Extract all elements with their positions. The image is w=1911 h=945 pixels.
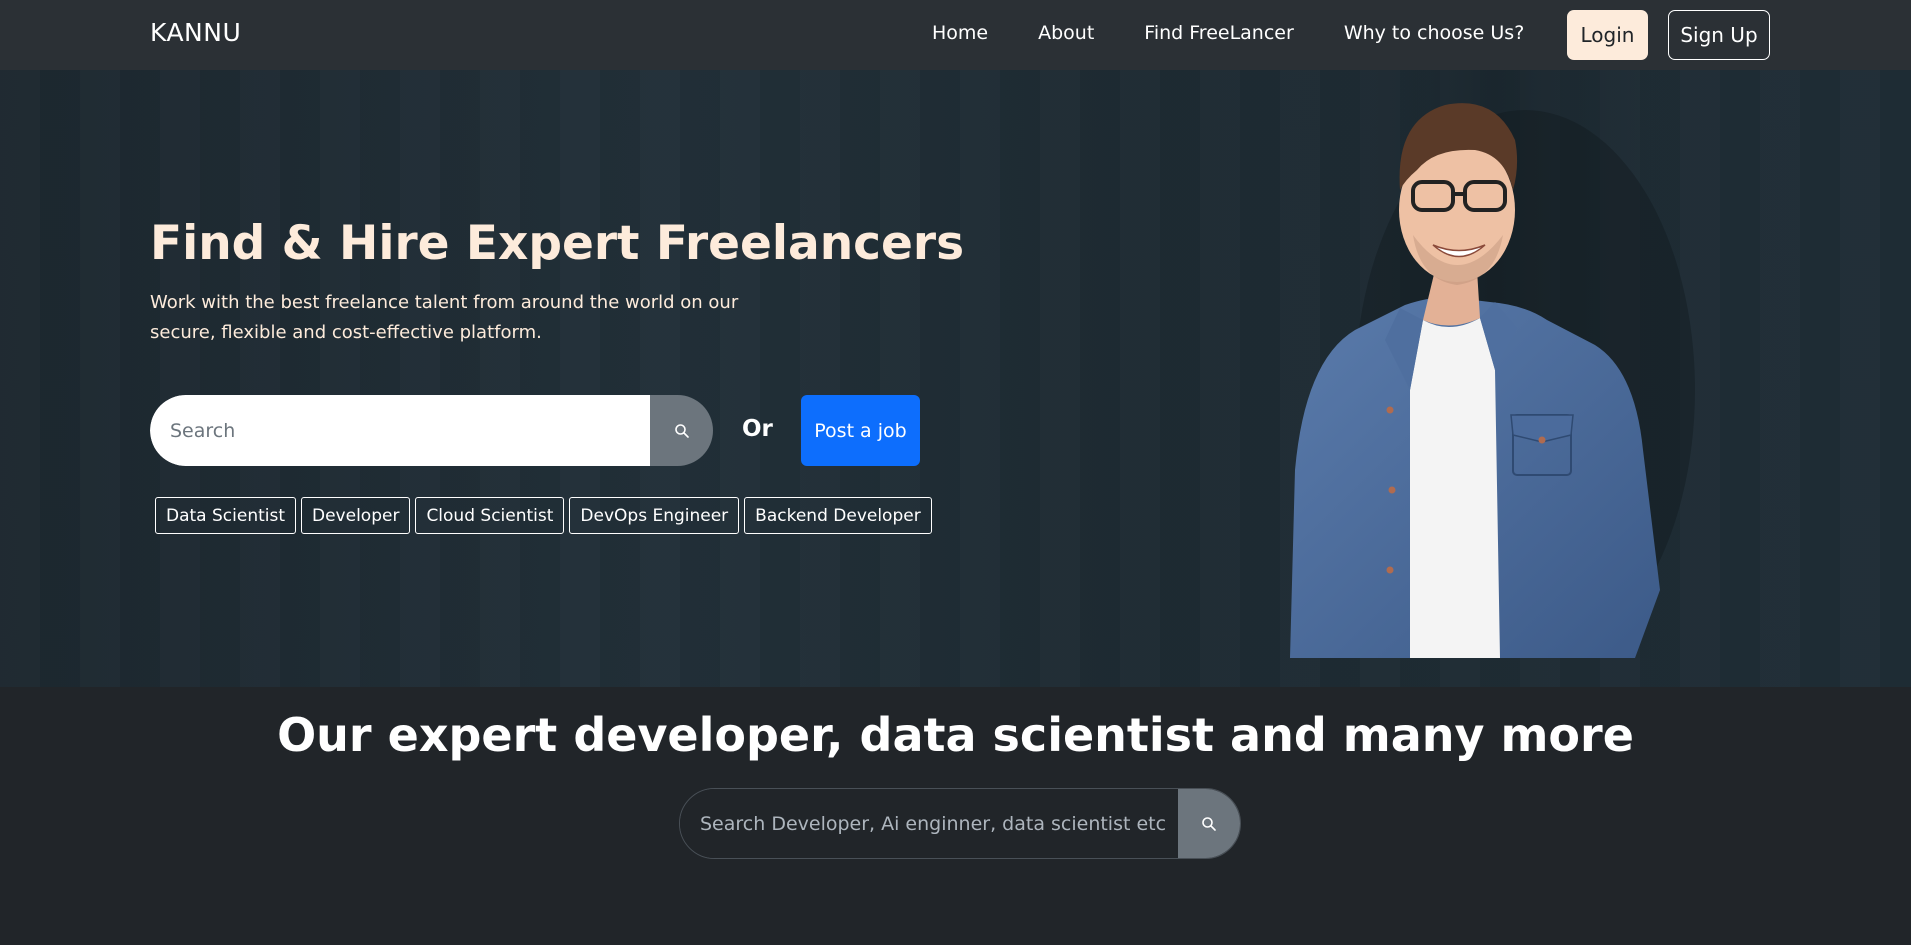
login-button[interactable]: Login xyxy=(1567,10,1648,60)
hero-subtitle: Work with the best freelance talent from… xyxy=(150,292,739,343)
nav-link-why-choose-us[interactable]: Why to choose Us? xyxy=(1344,22,1524,44)
search-icon xyxy=(1202,816,1216,831)
brand-logo[interactable]: KANNU xyxy=(150,18,241,47)
expert-search-input[interactable] xyxy=(680,789,1178,858)
tag-devops-engineer[interactable]: DevOps Engineer xyxy=(569,497,740,534)
signup-button[interactable]: Sign Up xyxy=(1668,10,1770,60)
nav-links: Home About Find FreeLancer Why to choose… xyxy=(932,22,1524,44)
post-job-button[interactable]: Post a job xyxy=(801,395,920,466)
tag-data-scientist[interactable]: Data Scientist xyxy=(155,497,296,534)
hero-section: Find & Hire Expert Freelancers Work with… xyxy=(0,70,1911,687)
tag-list: Data Scientist Developer Cloud Scientist… xyxy=(155,497,932,534)
expert-search-bar xyxy=(679,788,1241,859)
search-icon xyxy=(674,423,689,438)
expert-search-button[interactable] xyxy=(1178,789,1240,858)
or-text: Or xyxy=(742,416,773,442)
tag-cloud-scientist[interactable]: Cloud Scientist xyxy=(415,497,565,534)
hero-title: Find & Hire Expert Freelancers xyxy=(150,216,965,271)
tag-developer[interactable]: Developer xyxy=(301,497,411,534)
nav-link-about[interactable]: About xyxy=(1038,22,1094,44)
hero-person-image xyxy=(1290,70,1695,658)
hero-search-bar xyxy=(150,395,713,466)
tag-backend-developer[interactable]: Backend Developer xyxy=(744,497,932,534)
section-title: Our expert developer, data scientist and… xyxy=(277,708,1634,762)
nav-link-find-freelancer[interactable]: Find FreeLancer xyxy=(1144,22,1294,44)
navbar: KANNU Home About Find FreeLancer Why to … xyxy=(0,0,1911,70)
hero-search-button[interactable] xyxy=(650,395,713,466)
hero-search-input[interactable] xyxy=(150,395,650,466)
nav-link-home[interactable]: Home xyxy=(932,22,988,44)
